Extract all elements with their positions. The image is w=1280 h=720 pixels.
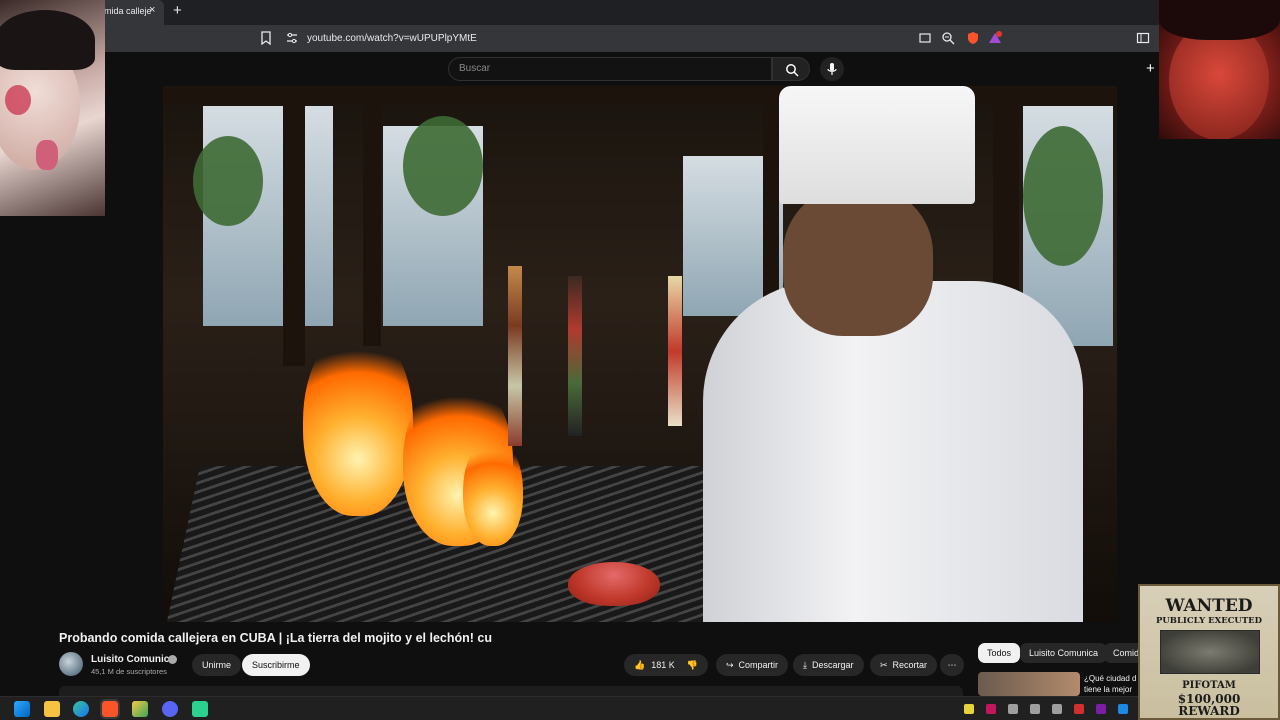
more-actions-button[interactable]: ⋯ <box>940 654 964 676</box>
download-icon: ⤓ <box>803 659 807 670</box>
voice-search-button[interactable] <box>820 57 844 81</box>
video-player[interactable] <box>163 86 1117 622</box>
like-button[interactable]: 👍 181 K 👎 <box>624 654 708 676</box>
brave-shield-icon[interactable] <box>966 31 980 45</box>
chip-food-label: Comid <box>1113 648 1140 658</box>
search-button[interactable] <box>772 57 810 81</box>
tab-close-icon[interactable]: × <box>149 4 155 16</box>
discord-icon[interactable] <box>162 701 178 717</box>
create-button[interactable]: + <box>1146 60 1155 77</box>
microphone-icon <box>827 63 837 75</box>
wanted-name: PIFOTAM <box>1182 680 1236 691</box>
recommendation-thumbnail[interactable] <box>978 672 1080 696</box>
tray-icon-6[interactable] <box>1074 704 1084 714</box>
like-count: 181 K <box>651 660 675 670</box>
bookmark-icon[interactable] <box>260 31 272 45</box>
tray-icon-7[interactable] <box>1096 704 1106 714</box>
video-title: Probando comida callejera en CUBA | ¡La … <box>59 631 492 645</box>
recommendation-title-line1: ¿Qué ciudad d <box>1084 674 1137 683</box>
scissors-icon: ✂ <box>880 659 888 670</box>
webcam-overlay-right <box>1159 0 1280 139</box>
tray-icon-8[interactable] <box>1118 704 1128 714</box>
wanted-poster: WANTED PUBLICLY EXECUTED PIFOTAM $100,00… <box>1138 584 1280 720</box>
chip-channel-label: Luisito Comunica <box>1029 648 1099 658</box>
share-button[interactable]: ↪ Compartir <box>716 654 789 676</box>
tab-title[interactable]: mida calleje <box>104 6 152 16</box>
subscribe-label: Suscribirme <box>252 660 300 670</box>
download-button[interactable]: ⤓ Descargar <box>793 654 864 676</box>
share-label: Compartir <box>738 660 779 670</box>
chip-channel[interactable]: Luisito Comunica <box>1020 643 1108 663</box>
more-icon: ⋯ <box>947 659 957 670</box>
subscriber-count: 45,1 M de suscriptores <box>91 667 167 676</box>
recommendation-title-line2: tiene la mejor <box>1084 685 1133 694</box>
wanted-title: WANTED <box>1165 596 1253 616</box>
chip-all[interactable]: Todos <box>978 643 1021 663</box>
edge-icon[interactable] <box>73 701 89 717</box>
search-input[interactable]: Buscar <box>448 57 772 81</box>
windows-start-icon[interactable] <box>14 701 30 717</box>
brave-rewards-icon[interactable] <box>988 31 1002 45</box>
wanted-image <box>1160 630 1260 674</box>
youtube-header: Buscar + <box>0 52 1280 86</box>
browser-tab-bar: mida calleje × + <box>0 0 1280 25</box>
chip-all-label: Todos <box>987 648 1012 658</box>
zoom-icon[interactable] <box>941 31 955 45</box>
browser-toolbar: youtube.com/watch?v=wUPUPlpYMtE <box>0 25 1280 52</box>
share-icon: ↪ <box>726 659 734 670</box>
app-icon[interactable] <box>192 701 208 717</box>
windows-taskbar <box>0 696 1280 720</box>
wanted-subtitle: PUBLICLY EXECUTED <box>1155 616 1263 626</box>
file-explorer-icon[interactable] <box>44 701 60 717</box>
clip-label: Recortar <box>892 660 928 670</box>
tray-icon-4[interactable] <box>1030 704 1040 714</box>
webcam-overlay-left <box>0 0 105 216</box>
address-bar[interactable]: youtube.com/watch?v=wUPUPlpYMtE <box>307 33 477 44</box>
join-button[interactable]: Unirme <box>192 654 242 676</box>
subscribe-button[interactable]: Suscribirme <box>242 654 310 676</box>
tray-icon-2[interactable] <box>986 704 996 714</box>
thumbs-down-icon[interactable]: 👎 <box>687 660 698 671</box>
sidebar-icon[interactable] <box>1136 31 1150 45</box>
search-icon <box>786 64 799 77</box>
description-box[interactable] <box>59 686 963 696</box>
site-info-icon[interactable] <box>285 31 299 45</box>
brave-browser-icon[interactable] <box>100 699 120 719</box>
tray-icon-5[interactable] <box>1052 704 1062 714</box>
download-label: Descargar <box>811 660 854 670</box>
wanted-reward: REWARD <box>1178 704 1240 718</box>
tray-icon-3[interactable] <box>1008 704 1018 714</box>
thumbs-up-icon: 👍 <box>634 659 646 670</box>
verified-icon <box>168 655 177 664</box>
cast-icon[interactable] <box>918 31 932 45</box>
channel-name[interactable]: Luisito Comunica <box>91 654 175 665</box>
new-tab-button[interactable]: + <box>173 2 182 19</box>
join-label: Unirme <box>202 660 232 670</box>
tray-icon-1[interactable] <box>964 704 974 714</box>
clip-button[interactable]: ✂ Recortar <box>870 654 938 676</box>
channel-avatar[interactable] <box>59 652 83 676</box>
obs-icon[interactable] <box>132 701 148 717</box>
search-placeholder: Buscar <box>459 63 491 74</box>
recommendation-title[interactable]: ¿Qué ciudad d tiene la mejor <box>1084 673 1136 695</box>
